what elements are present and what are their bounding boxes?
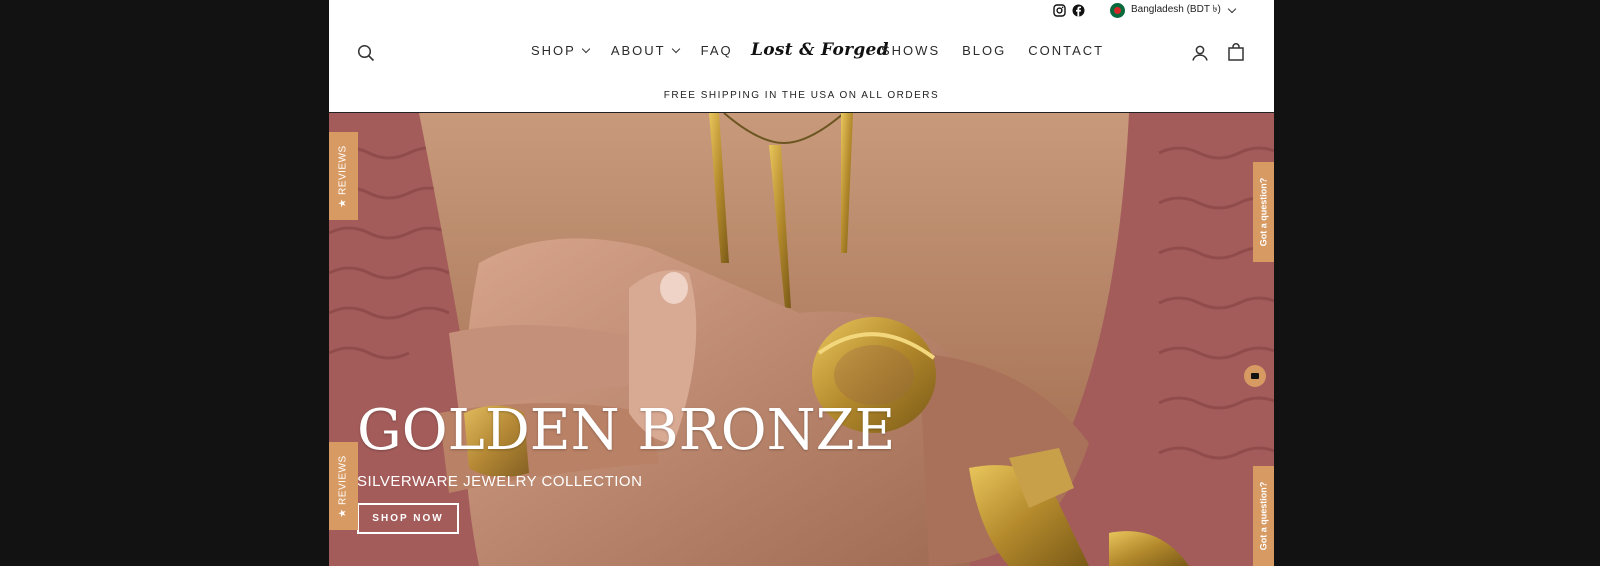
- reviews-tab-bottom[interactable]: ★ REVIEWS: [329, 442, 358, 530]
- got-a-question-tab-top[interactable]: Got a question?: [1253, 162, 1274, 262]
- nav-blog[interactable]: BLOG: [962, 43, 1006, 58]
- nav-about[interactable]: ABOUT: [611, 43, 680, 58]
- chevron-down-icon: [581, 44, 591, 53]
- chat-icon[interactable]: [1244, 365, 1266, 387]
- site-logo[interactable]: Lost & Forged: [751, 40, 889, 60]
- nav-left: SHOP ABOUT FAQ: [531, 43, 733, 58]
- nav-contact[interactable]: CONTACT: [1028, 43, 1104, 58]
- instagram-icon[interactable]: [1053, 4, 1066, 17]
- shop-now-button[interactable]: SHOP NOW: [357, 503, 459, 534]
- region-label: Bangladesh (BDT ৳): [1131, 4, 1221, 15]
- nav-right: SHOWS BLOG CONTACT: [881, 43, 1104, 58]
- nav-shop[interactable]: SHOP: [531, 43, 591, 58]
- hero-banner: GOLDEN BRONZE SILVERWARE JEWELRY COLLECT…: [329, 113, 1274, 566]
- social-links: [1053, 4, 1085, 17]
- nav-shows[interactable]: SHOWS: [881, 43, 940, 58]
- region-selector[interactable]: Bangladesh (BDT ৳): [1110, 2, 1237, 19]
- reviews-tab-top[interactable]: ★ REVIEWS: [329, 132, 358, 220]
- hero-image: [329, 113, 1274, 566]
- bangladesh-flag-icon: [1110, 3, 1125, 18]
- hero-subtitle: SILVERWARE JEWELRY COLLECTION: [357, 473, 643, 490]
- chevron-down-icon: [1227, 4, 1237, 14]
- chevron-down-icon: [671, 44, 680, 53]
- site-header: SHOP ABOUT FAQ Lost & Forged SHOWS BLOG …: [329, 30, 1274, 76]
- hero-title: GOLDEN BRONZE: [357, 398, 896, 463]
- search-icon[interactable]: [355, 42, 377, 64]
- utility-bar: Bangladesh (BDT ৳): [329, 0, 1274, 24]
- got-a-question-tab-bottom[interactable]: Got a question?: [1253, 466, 1274, 566]
- facebook-icon[interactable]: [1072, 4, 1085, 17]
- nav-faq[interactable]: FAQ: [701, 43, 733, 58]
- store-page: Bangladesh (BDT ৳) SHOP ABOUT FAQ Lost &…: [329, 0, 1274, 566]
- announcement-bar: FREE SHIPPING IN THE USA ON ALL ORDERS: [663, 90, 940, 101]
- cart-icon[interactable]: [1225, 41, 1247, 63]
- account-icon[interactable]: [1189, 42, 1211, 64]
